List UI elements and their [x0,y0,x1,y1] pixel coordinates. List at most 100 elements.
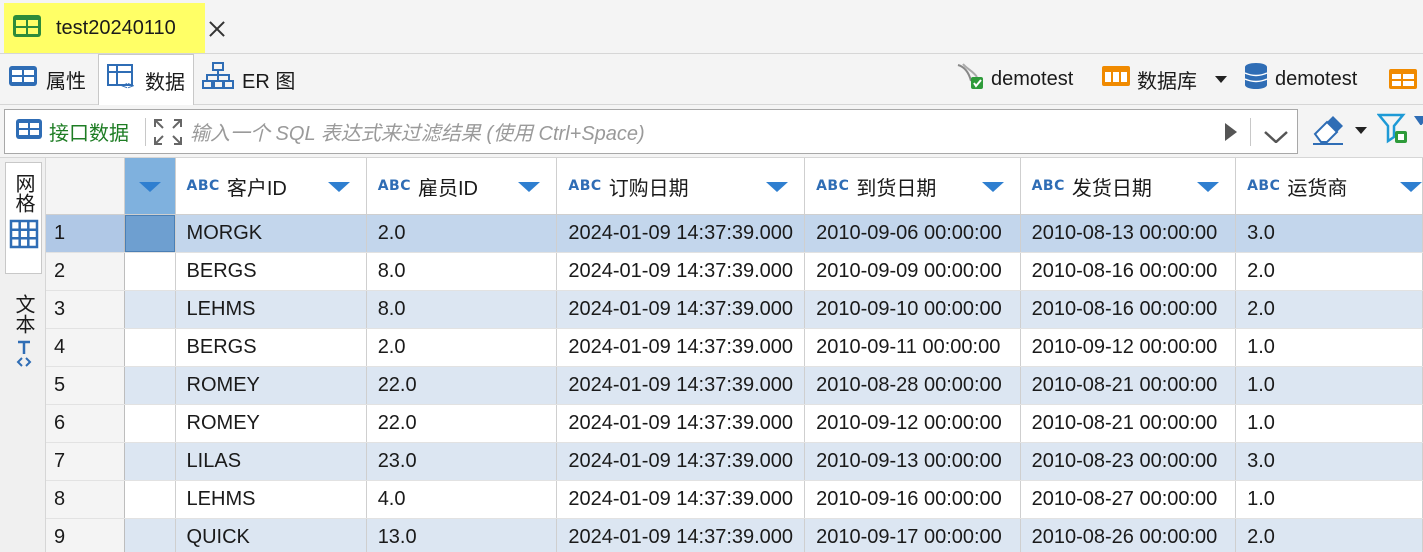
tab-er-diagram[interactable]: ER 图 [202,54,295,104]
table-cell[interactable]: 2010-08-27 00:00:00 [1020,480,1237,519]
editor-tab[interactable]: test20240110 [4,3,205,53]
column-header[interactable]: ABC 订购日期 [556,158,806,215]
tab-properties[interactable]: 属性 [8,54,86,104]
sort-arrow-icon[interactable] [1400,182,1422,192]
table-row[interactable]: 3 LEHMS 8.0 2024-01-09 14:37:39.000 2010-09-… [46,290,1423,329]
table-cell[interactable]: 2010-08-16 00:00:00 [1020,290,1237,329]
table-cell[interactable]: 1.0 [1235,404,1423,443]
table-row[interactable]: 6 ROMEY 22.0 2024-01-09 14:37:39.000 2010-09… [46,404,1423,443]
table-cell[interactable]: 2.0 [1235,252,1423,291]
table-row[interactable]: 7 LILAS 23.0 2024-01-09 14:37:39.000 2010-09… [46,442,1423,481]
play-icon[interactable] [1224,122,1238,146]
table-cell[interactable]: 2024-01-09 14:37:39.000 [556,480,806,519]
column-header[interactable]: ABC 运货商 [1235,158,1423,215]
column-header[interactable]: ABC 到货日期 [804,158,1021,215]
table-cell[interactable]: 2010-08-23 00:00:00 [1020,442,1237,481]
column-header[interactable]: ABC 客户ID [175,158,367,215]
sort-arrow-icon[interactable] [1197,182,1220,192]
table-cell[interactable]: 4.0 [366,480,558,519]
row-number[interactable]: 8 [46,480,125,519]
table-cell[interactable]: 2024-01-09 14:37:39.000 [556,328,806,367]
table-cell[interactable]: 3.0 [1235,214,1423,253]
column-header[interactable]: ABC 发货日期 [1020,158,1237,215]
table-row[interactable]: 2 BERGS 8.0 2024-01-09 14:37:39.000 2010-09-… [46,252,1423,291]
table-row[interactable]: 8 LEHMS 4.0 2024-01-09 14:37:39.000 2010-09-… [46,480,1423,519]
table-cell[interactable]: 3.0 [1235,442,1423,481]
table-cell[interactable]: LILAS [175,442,367,481]
row-number[interactable]: 9 [46,518,125,552]
table-cell[interactable]: 2010-09-16 00:00:00 [804,480,1021,519]
row-selector-cell[interactable] [124,290,176,329]
row-number[interactable]: 1 [46,214,125,253]
table-cell[interactable]: 2010-09-06 00:00:00 [804,214,1021,253]
eraser-icon[interactable] [1311,114,1345,150]
table-cell[interactable]: 2024-01-09 14:37:39.000 [556,252,806,291]
table-cell[interactable]: 2010-08-21 00:00:00 [1020,404,1237,443]
api-data-button[interactable]: 接口数据 [15,110,129,153]
filter-settings-icon[interactable] [1376,113,1413,151]
table-cell[interactable]: 23.0 [366,442,558,481]
table-cell[interactable]: 8.0 [366,290,558,329]
row-number[interactable]: 7 [46,442,125,481]
row-selector-cell[interactable] [124,214,176,253]
table-cell[interactable]: 22.0 [366,366,558,405]
chevron-down-icon[interactable] [1355,127,1367,134]
row-selector-cell[interactable] [124,328,176,367]
table-cell[interactable]: 2010-08-13 00:00:00 [1020,214,1237,253]
table-cell[interactable]: 2024-01-09 14:37:39.000 [556,214,806,253]
filter-input[interactable]: 输入一个 SQL 表达式来过滤结果 (使用 Ctrl+Space) [190,110,645,153]
close-icon[interactable] [207,19,227,39]
row-selector-cell[interactable] [124,252,176,291]
row-selector-cell[interactable] [124,480,176,519]
column-header[interactable]: ABC 雇员ID [366,158,558,215]
table-cell[interactable]: 13.0 [366,518,558,552]
chevron-down-icon[interactable] [1414,113,1423,125]
table-cell[interactable]: 2010-08-26 00:00:00 [1020,518,1237,552]
table-row[interactable]: 9 QUICK 13.0 2024-01-09 14:37:39.000 2010-09… [46,518,1423,552]
table-cell[interactable]: 2024-01-09 14:37:39.000 [556,404,806,443]
row-number[interactable]: 6 [46,404,125,443]
table-cell[interactable]: 2010-09-10 00:00:00 [804,290,1021,329]
chevron-down-icon[interactable] [1215,75,1227,83]
row-selector-cell[interactable] [124,404,176,443]
table-cell[interactable]: 2010-08-16 00:00:00 [1020,252,1237,291]
table-cell[interactable]: 2010-09-17 00:00:00 [804,518,1021,552]
database-selector[interactable]: demotest [1243,54,1357,104]
table-cell[interactable]: 8.0 [366,252,558,291]
table-cell[interactable]: BERGS [175,328,367,367]
sort-arrow-icon[interactable] [766,182,789,192]
table-cell[interactable]: ROMEY [175,366,367,405]
table-cell[interactable]: 2024-01-09 14:37:39.000 [556,518,806,552]
table-cell[interactable]: 22.0 [366,404,558,443]
sort-arrow-icon[interactable] [327,182,350,192]
schema-icon[interactable] [1388,54,1418,104]
table-cell[interactable]: 2.0 [1235,290,1423,329]
table-cell[interactable]: ROMEY [175,404,367,443]
datasource-selector[interactable]: demotest [955,54,1073,104]
row-number[interactable]: 3 [46,290,125,329]
table-cell[interactable]: 2024-01-09 14:37:39.000 [556,290,806,329]
row-number[interactable]: 5 [46,366,125,405]
table-cell[interactable]: 2024-01-09 14:37:39.000 [556,442,806,481]
table-cell[interactable]: 2024-01-09 14:37:39.000 [556,366,806,405]
focused-cell[interactable] [124,215,175,252]
sort-arrow-icon[interactable] [981,182,1004,192]
table-cell[interactable]: LEHMS [175,290,367,329]
table-cell[interactable]: 2010-09-11 00:00:00 [804,328,1021,367]
table-cell[interactable]: 2010-09-13 00:00:00 [804,442,1021,481]
sort-arrow-icon[interactable] [138,182,161,192]
row-selector-cell[interactable] [124,518,176,552]
table-row[interactable]: 5 ROMEY 22.0 2024-01-09 14:37:39.000 2010-08… [46,366,1423,405]
row-selector-cell[interactable] [124,366,176,405]
table-cell[interactable]: 2010-08-21 00:00:00 [1020,366,1237,405]
sort-arrow-icon[interactable] [518,182,541,192]
row-number[interactable]: 4 [46,328,125,367]
table-cell[interactable]: 1.0 [1235,366,1423,405]
row-number[interactable]: 2 [46,252,125,291]
table-cell[interactable]: 1.0 [1235,328,1423,367]
tab-text[interactable]: 文本 [5,294,42,394]
table-cell[interactable]: 2010-09-09 00:00:00 [804,252,1021,291]
tab-grid[interactable]: 网格 [5,162,42,274]
tab-data[interactable]: <> 数据 [98,54,194,105]
chevron-down-icon[interactable] [1264,128,1288,147]
